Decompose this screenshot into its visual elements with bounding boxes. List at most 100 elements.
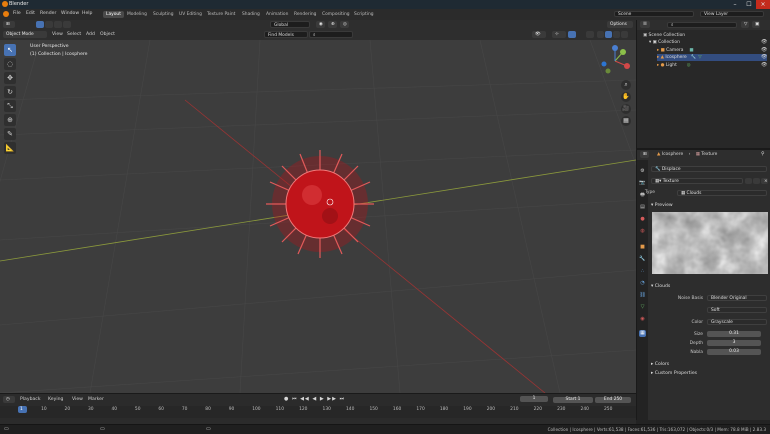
particles-tab-icon[interactable]: ∴	[639, 268, 646, 275]
menu-view[interactable]: View	[52, 32, 63, 37]
options-button[interactable]: Options	[607, 21, 633, 28]
navigation-gizmo[interactable]	[598, 44, 632, 78]
maximize-icon[interactable]: ☐	[742, 0, 756, 9]
mode-selector[interactable]: Object Mode	[3, 31, 47, 38]
new-collection-icon[interactable]: ▣	[752, 21, 760, 28]
tab-uv-editing[interactable]: UV Editing	[176, 11, 205, 18]
menu-help[interactable]: Help	[82, 11, 92, 16]
view-layer-tab-icon[interactable]: ▤	[639, 204, 646, 211]
select-tool-icon[interactable]: ↖	[4, 44, 16, 56]
size-field[interactable]: 0.31	[707, 331, 761, 337]
tab-modeling[interactable]: Modeling	[124, 11, 150, 18]
preview-panel-header[interactable]: ▾ Preview	[651, 203, 673, 208]
camera-view-icon[interactable]: 🎥	[621, 104, 631, 114]
fake-user-icon[interactable]	[745, 178, 752, 184]
record-icon[interactable]: ●	[284, 396, 289, 402]
prev-key-icon[interactable]: ◀◀	[300, 396, 310, 402]
modifier-selector[interactable]: 🔧 Displace	[651, 166, 767, 172]
custom-properties-panel-header[interactable]: ▸ Custom Properties	[651, 371, 697, 376]
physics-tab-icon[interactable]: ◔	[639, 280, 646, 287]
menu-add[interactable]: Add	[86, 32, 95, 37]
measure-tool-icon[interactable]: 📐	[4, 142, 16, 154]
next-key-icon[interactable]: ▶▶	[327, 396, 337, 402]
outliner-item-camera[interactable]: ▸ ■ Camera ■	[657, 47, 694, 54]
jump-start-icon[interactable]: ⏮	[292, 396, 298, 402]
menu-file[interactable]: File	[13, 11, 21, 16]
3d-viewport[interactable]: User Perspective (1) Collection | Icosph…	[0, 40, 636, 393]
tab-shading[interactable]: Shading	[239, 11, 263, 18]
outliner-scene-collection[interactable]: ▣ Scene Collection	[643, 32, 685, 39]
move-tool-icon[interactable]: ✥	[4, 72, 16, 84]
scene-selector[interactable]: Scene	[614, 11, 694, 17]
play-icon[interactable]: ▶	[320, 396, 325, 402]
play-reverse-icon[interactable]: ◀	[312, 396, 317, 402]
colors-panel-header[interactable]: ▸ Colors	[651, 362, 669, 367]
minimize-icon[interactable]: –	[728, 0, 742, 9]
start-frame-field[interactable]: Start 1	[553, 396, 593, 403]
annotate-tool-icon[interactable]: ✎	[4, 128, 16, 140]
outliner-editor-type-icon[interactable]: ☰	[640, 21, 650, 28]
search-input[interactable]: ⌕	[309, 31, 353, 38]
perspective-toggle-icon[interactable]: ▦	[621, 116, 631, 126]
modifier-tab-icon[interactable]: 🔧	[639, 256, 646, 263]
world-tab-icon[interactable]: ◍	[639, 228, 646, 235]
texture-datablock[interactable]: ▦▾ Texture	[651, 178, 743, 184]
color-mode-dropdown[interactable]: Grayscale	[707, 319, 767, 325]
tab-layout[interactable]: Layout	[103, 11, 124, 18]
material-shading-icon[interactable]	[613, 31, 620, 38]
menu-view-timeline[interactable]: View	[72, 397, 83, 402]
menu-window[interactable]: Window	[61, 11, 79, 16]
texture-browse-icon[interactable]: ▦▾	[655, 179, 663, 184]
solid-shading-icon[interactable]	[605, 31, 612, 38]
menu-keying[interactable]: Keying	[48, 397, 63, 402]
render-tab-icon[interactable]: 📷	[639, 180, 646, 187]
asset-dropdown[interactable]: Find Models	[264, 31, 308, 38]
jump-end-icon[interactable]: ⏭	[340, 396, 346, 402]
editor-type-button[interactable]: ⊞	[3, 21, 15, 28]
pan-hand-icon[interactable]: ✋	[621, 92, 631, 102]
transform-orientation[interactable]: Global	[270, 21, 310, 28]
transform-tool-icon[interactable]: ⊕	[4, 114, 16, 126]
icosphere-visibility-icon[interactable]: 👁	[761, 54, 767, 60]
rendered-shading-icon[interactable]	[621, 31, 628, 38]
filter-icon[interactable]: ▽	[741, 21, 749, 28]
visibility-icon[interactable]: 👁	[532, 31, 546, 38]
end-frame-field[interactable]: End 250	[595, 396, 631, 403]
tab-scripting[interactable]: Scripting	[351, 11, 377, 18]
unlink-icon[interactable]: ×	[761, 178, 768, 184]
nabla-field[interactable]: 0.03	[707, 349, 761, 355]
collection-visibility-icon[interactable]: 👁	[761, 39, 767, 45]
menu-select[interactable]: Select	[67, 32, 81, 37]
cursor-tool-icon[interactable]: ◌	[4, 58, 16, 70]
select-box-icon[interactable]	[36, 21, 44, 28]
snap-icon[interactable]: ⊕	[328, 21, 337, 28]
menu-object[interactable]: Object	[100, 32, 115, 37]
overlay-toggle-icon[interactable]	[568, 31, 576, 38]
menu-marker[interactable]: Marker	[88, 397, 104, 402]
view-layer-selector[interactable]: View Layer	[700, 11, 764, 17]
blender-menu-icon[interactable]	[3, 11, 9, 17]
outliner-search-input[interactable]: ⌕	[667, 22, 737, 28]
noise-type-dropdown[interactable]: Soft	[707, 307, 767, 313]
current-frame-field[interactable]: 1	[520, 396, 548, 402]
clouds-panel-header[interactable]: ▾ Clouds	[651, 284, 670, 289]
scene-tab-icon[interactable]: ●	[639, 216, 646, 223]
tab-sculpting[interactable]: Sculpting	[150, 11, 177, 18]
scale-tool-icon[interactable]: ⤡	[4, 100, 16, 112]
timeline-editor-type-icon[interactable]: ◷	[3, 396, 15, 403]
object-tab-icon[interactable]: ■	[639, 244, 646, 251]
outliner-item-light[interactable]: ▸ ● Light ◎	[657, 62, 691, 69]
select-invert-icon[interactable]	[63, 21, 71, 28]
tab-animation[interactable]: Animation	[263, 11, 291, 18]
wireframe-shading-icon[interactable]	[597, 31, 604, 38]
texture-type-dropdown[interactable]: ▦ Clouds	[677, 190, 767, 196]
outliner-collection[interactable]: ▾ ▣ Collection	[649, 39, 680, 46]
menu-render[interactable]: Render	[40, 11, 56, 16]
properties-editor-type-icon[interactable]: ⊞	[640, 151, 649, 158]
depth-field[interactable]: 3	[707, 340, 761, 346]
rotate-tool-icon[interactable]: ↻	[4, 86, 16, 98]
select-subtract-icon[interactable]	[54, 21, 62, 28]
tool-tab-icon[interactable]: ⚙	[639, 168, 646, 175]
zoom-icon[interactable]: ⌕	[621, 80, 631, 90]
menu-edit[interactable]: Edit	[26, 11, 35, 16]
